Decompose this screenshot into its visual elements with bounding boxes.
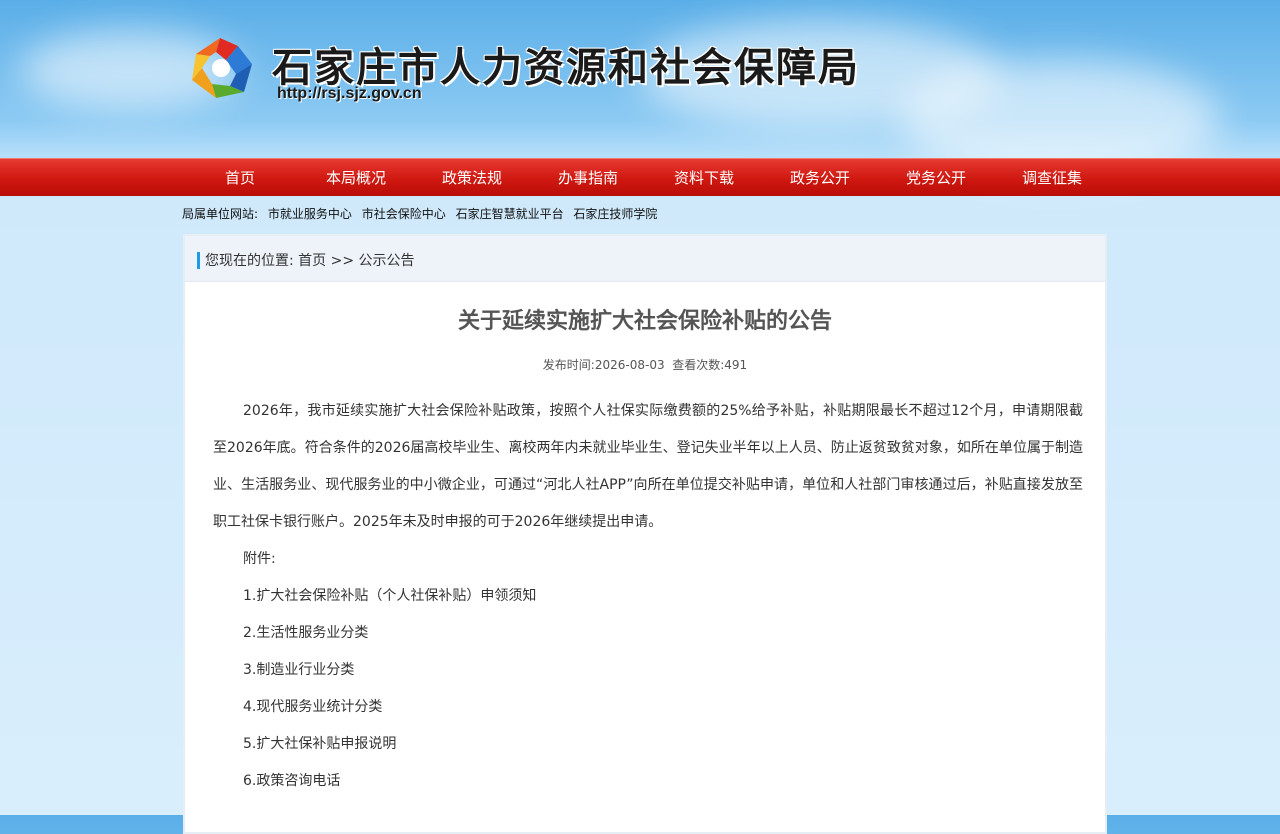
nav-item-home[interactable]: 首页 [190,159,290,197]
affiliate-link-technician-college[interactable]: 石家庄技师学院 [573,207,657,221]
article-body: 2026年，我市延续实施扩大社会保险补贴政策，按照个人社保实际缴费额的25%给予… [213,403,1083,530]
attachment-link[interactable]: 2.生活性服务业分类 [243,615,536,652]
breadcrumb-current-link[interactable]: 公示公告 [359,253,415,269]
attachment-link[interactable]: 1.扩大社会保险补贴（个人社保补贴）申领须知 [243,578,536,615]
affiliate-sites-bar: 局属单位网站: 市就业服务中心 市社会保险中心 石家庄智慧就业平台 石家庄技师学… [182,205,663,222]
nav-item-service-guide[interactable]: 办事指南 [538,159,638,197]
breadcrumb: 您现在的位置: 首页 >> 公示公告 [185,236,1105,282]
breadcrumb-separator: >> [330,253,355,269]
breadcrumb-prefix: 您现在的位置: [205,253,294,269]
nav-item-about[interactable]: 本局概况 [306,159,406,197]
attachment-link[interactable]: 3.制造业行业分类 [243,652,536,689]
article-meta: 发布时间:2026-08-03 查看次数:491 [185,356,1105,373]
nav-item-government-affairs[interactable]: 政务公开 [770,159,870,197]
affiliate-label: 局属单位网站: [182,207,259,221]
attachment-list: 附件: 1.扩大社会保险补贴（个人社保补贴）申领须知 2.生活性服务业分类 3.… [243,541,536,800]
breadcrumb-marker [197,252,200,269]
attachment-link[interactable]: 6.政策咨询电话 [243,763,536,800]
rsj-logo-icon [192,38,252,98]
site-url: http://rsj.sjz.gov.cn [277,85,422,102]
breadcrumb-home-link[interactable]: 首页 [298,253,326,269]
main-nav: 首页 本局概况 政策法规 办事指南 资料下载 政务公开 党务公开 调查征集 [0,158,1280,196]
nav-item-party-affairs[interactable]: 党务公开 [886,159,986,197]
views-count: 491 [724,358,748,372]
affiliate-link-employment-center[interactable]: 市就业服务中心 [268,207,352,221]
site-header: 石家庄市人力资源和社会保障局 http://rsj.sjz.gov.cn [0,0,1280,158]
attachment-link[interactable]: 5.扩大社保补贴申报说明 [243,726,536,763]
article-panel: 您现在的位置: 首页 >> 公示公告 关于延续实施扩大社会保险补贴的公告 发布时… [183,234,1107,834]
article-title: 关于延续实施扩大社会保险补贴的公告 [457,309,832,334]
publish-label: 发布时间: [542,358,595,372]
affiliate-link-smart-employment-platform[interactable]: 石家庄智慧就业平台 [456,207,564,221]
breadcrumb-text: 您现在的位置: 首页 >> 公示公告 [205,250,415,270]
attachments-label: 附件: [243,551,276,567]
nav-item-downloads[interactable]: 资料下载 [654,159,754,197]
views-label: 查看次数: [672,358,725,372]
attachment-link[interactable]: 4.现代服务业统计分类 [243,689,536,726]
nav-item-survey[interactable]: 调查征集 [1002,159,1102,197]
affiliate-link-social-insurance-center[interactable]: 市社会保险中心 [362,207,446,221]
publish-date: 2026-08-03 [594,358,665,372]
nav-item-policies[interactable]: 政策法规 [422,159,522,197]
